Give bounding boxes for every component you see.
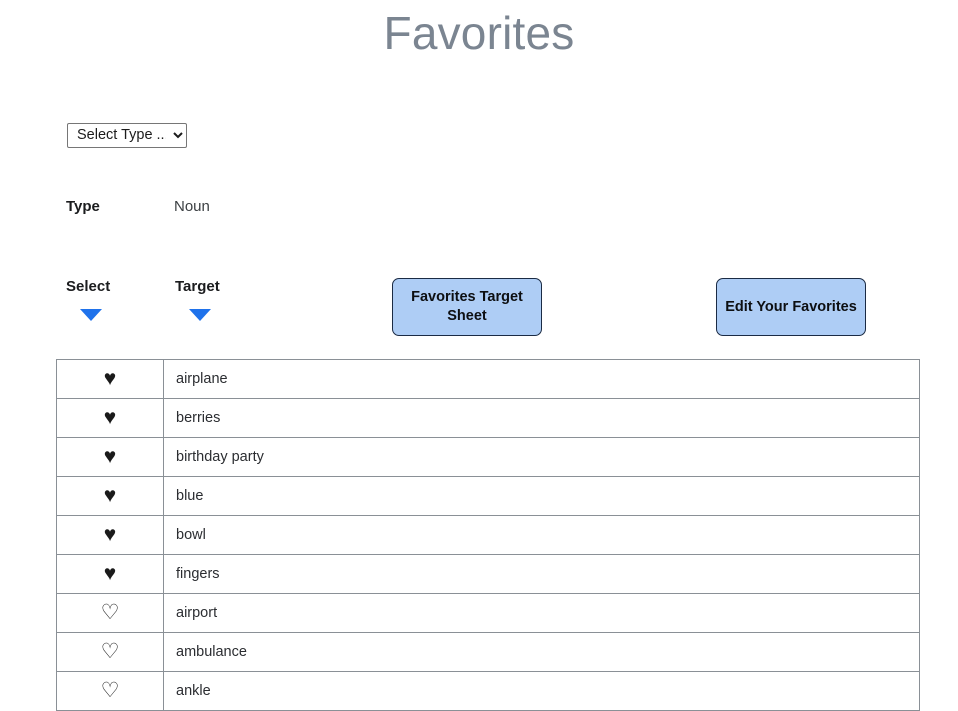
table-row: ♥ blue bbox=[56, 476, 920, 516]
heart-filled-icon[interactable]: ♥ bbox=[104, 563, 116, 584]
target-term-cell: bowl bbox=[163, 515, 920, 555]
type-value: Noun bbox=[174, 198, 210, 215]
type-label: Type bbox=[66, 198, 100, 215]
favorite-toggle-cell[interactable]: ♡ bbox=[56, 593, 164, 633]
heart-filled-icon[interactable]: ♥ bbox=[104, 446, 116, 467]
table-header-row: Select Target Favorites Target Sheet Edi… bbox=[0, 278, 958, 340]
favorite-toggle-cell[interactable]: ♡ bbox=[56, 632, 164, 672]
column-header-select-label: Select bbox=[66, 278, 111, 295]
type-info-row: Type Noun bbox=[66, 198, 210, 215]
filter-triangle-down-icon-target[interactable] bbox=[189, 309, 211, 321]
heart-filled-icon[interactable]: ♥ bbox=[104, 407, 116, 428]
favorite-toggle-cell[interactable]: ♡ bbox=[56, 671, 164, 711]
favorite-toggle-cell[interactable]: ♥ bbox=[56, 476, 164, 516]
column-header-target-label: Target bbox=[175, 278, 220, 295]
table-row: ♥ airplane bbox=[56, 359, 920, 399]
table-row: ♡ airport bbox=[56, 593, 920, 633]
table-row: ♥ birthday party bbox=[56, 437, 920, 477]
table-row: ♡ ambulance bbox=[56, 632, 920, 672]
heart-filled-icon[interactable]: ♥ bbox=[104, 368, 116, 389]
heart-filled-icon[interactable]: ♥ bbox=[104, 485, 116, 506]
table-row: ♥ berries bbox=[56, 398, 920, 438]
edit-your-favorites-button[interactable]: Edit Your Favorites bbox=[716, 278, 866, 336]
favorites-table: ♥ airplane ♥ berries ♥ birthday party ♥ blue ♥ bo… bbox=[56, 359, 920, 711]
target-term-cell: ambulance bbox=[163, 632, 920, 672]
select-type-dropdown[interactable]: Select Type ... bbox=[67, 123, 187, 148]
favorite-toggle-cell[interactable]: ♥ bbox=[56, 554, 164, 594]
heart-outline-icon[interactable]: ♡ bbox=[101, 602, 120, 623]
favorite-toggle-cell[interactable]: ♥ bbox=[56, 515, 164, 555]
target-term-cell: ankle bbox=[163, 671, 920, 711]
target-term-cell: airplane bbox=[163, 359, 920, 399]
table-row: ♥ bowl bbox=[56, 515, 920, 555]
heart-outline-icon[interactable]: ♡ bbox=[101, 641, 120, 662]
type-selector-container: Select Type ... bbox=[67, 123, 187, 148]
favorites-target-sheet-button[interactable]: Favorites Target Sheet bbox=[392, 278, 542, 336]
target-term-cell: blue bbox=[163, 476, 920, 516]
heart-outline-icon[interactable]: ♡ bbox=[101, 680, 120, 701]
filter-triangle-down-icon-select[interactable] bbox=[80, 309, 102, 321]
target-term-cell: birthday party bbox=[163, 437, 920, 477]
favorite-toggle-cell[interactable]: ♥ bbox=[56, 398, 164, 438]
favorites-table-body: ♥ airplane ♥ berries ♥ birthday party ♥ blue ♥ bo… bbox=[56, 359, 920, 711]
heart-filled-icon[interactable]: ♥ bbox=[104, 524, 116, 545]
target-term-cell: airport bbox=[163, 593, 920, 633]
column-header-select: Select bbox=[66, 278, 110, 321]
column-header-target: Target bbox=[175, 278, 220, 321]
target-term-cell: fingers bbox=[163, 554, 920, 594]
page-title: Favorites bbox=[383, 7, 575, 59]
favorite-toggle-cell[interactable]: ♥ bbox=[56, 437, 164, 477]
table-row: ♥ fingers bbox=[56, 554, 920, 594]
favorite-toggle-cell[interactable]: ♥ bbox=[56, 359, 164, 399]
table-row: ♡ ankle bbox=[56, 671, 920, 711]
target-term-cell: berries bbox=[163, 398, 920, 438]
